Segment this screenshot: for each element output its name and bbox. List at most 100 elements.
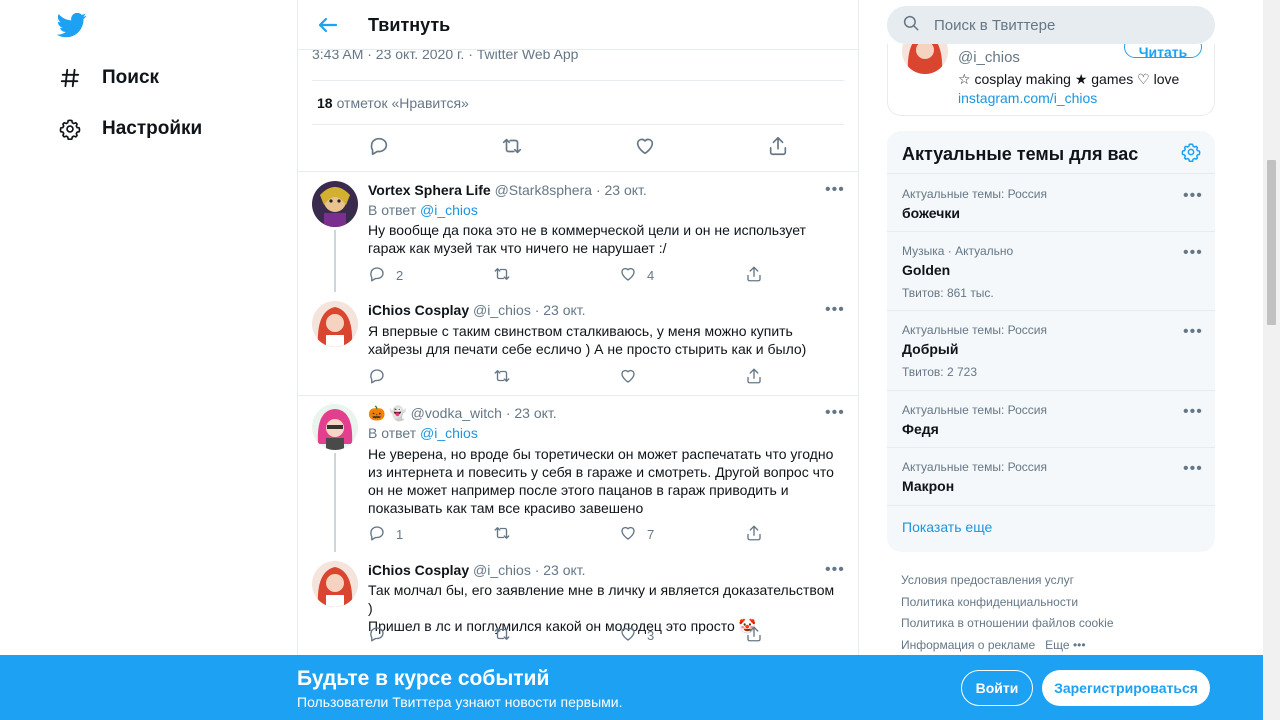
more-options-icon[interactable]: ••• [825,562,845,582]
like-button[interactable] [619,367,647,388]
trend-item[interactable]: Музыка · Актуально Golden Твитов: 861 ты… [887,231,1215,310]
share-button[interactable] [745,265,763,286]
like-button[interactable]: 4 [619,265,654,286]
page-title: Твитнуть [368,15,451,35]
avatar[interactable] [312,404,358,450]
likes-summary[interactable]: 18 отметок «Нравится» [312,80,844,125]
share-button[interactable] [745,625,763,646]
author-handle[interactable]: @i_chios [473,302,531,318]
reply-button[interactable] [368,625,396,646]
more-options-icon[interactable]: ••• [1183,461,1203,477]
author-name[interactable]: iChios Cosplay [368,562,469,578]
retweet-button[interactable] [493,625,521,646]
trend-item[interactable]: Актуальные темы: Россия Макрон ••• [887,447,1215,505]
back-arrow-icon[interactable] [316,13,340,37]
more-dots-icon[interactable]: ••• [1073,638,1086,652]
twitter-bird-icon[interactable] [56,10,87,40]
more-options-icon[interactable]: ••• [1183,188,1203,204]
avatar[interactable] [312,301,358,347]
tweet-actions: 1 7 [368,524,788,544]
footer-link-ads[interactable]: Информация о рекламе [901,638,1035,652]
retweet-button[interactable] [493,265,521,286]
reply-prefix: В ответ [368,425,417,441]
heart-icon[interactable] [634,135,656,162]
avatar[interactable] [312,561,358,607]
profile-link[interactable]: instagram.com/i_chios [958,90,1097,106]
tweet-date[interactable]: · 23 окт. [596,182,647,198]
reply-tweet[interactable]: iChios Cosplay @i_chios · 23 окт. ••• Та… [298,552,858,655]
share-button[interactable] [745,367,763,388]
retweet-button[interactable] [493,524,521,545]
tweet-text-line: Не уверена, но вроде бы торетически он м… [368,446,834,462]
like-button[interactable]: 3 [619,625,654,646]
nav-item-explore[interactable]: Поиск [58,63,159,93]
author-name[interactable]: iChios Cosplay [368,302,469,318]
likes-label: отметок «Нравится» [336,94,469,111]
footer-link-privacy[interactable]: Политика конфиденциальности [901,592,1114,614]
heart-icon [619,625,637,646]
retweet-icon [493,524,511,545]
reply-to-link[interactable]: @i_chios [420,202,478,218]
more-options-icon[interactable]: ••• [825,405,845,425]
retweet-icon[interactable] [501,135,523,162]
reply-count: 1 [396,527,404,542]
reply-tweet[interactable]: Vortex Sphera Life @Stark8sphera · 23 ок… [298,172,858,292]
tweet-date[interactable]: · 23 окт. [506,405,557,421]
profile-handle[interactable]: @i_chios [958,49,1020,66]
tweet-date[interactable]: · 23 окт. [535,562,586,578]
more-options-icon[interactable]: ••• [825,182,845,202]
tweet-text: Я впервые с таким свинством сталкиваюсь,… [368,322,838,358]
reply-to-link[interactable]: @i_chios [420,425,478,441]
reply-button[interactable]: 1 [368,524,403,545]
tweet-date[interactable]: · 23 окт. [535,302,586,318]
tweet-text-line: из интернета и повесить у себя в гараже … [368,464,834,480]
main-column: Твитнуть 3:43 AM · 23 окт. 2020 г. · Twi… [297,0,859,720]
reply-icon[interactable] [368,135,390,162]
search-icon [887,14,920,37]
search-input[interactable] [934,16,1194,34]
more-options-icon[interactable]: ••• [1183,324,1203,340]
like-button[interactable]: 7 [619,524,654,545]
nav-item-settings[interactable]: Настройки [58,114,202,144]
like-count: 3 [647,628,655,643]
nav-item-label: Настройки [102,118,203,139]
more-options-icon[interactable]: ••• [1183,404,1203,420]
trend-item[interactable]: Актуальные темы: Россия Федя ••• [887,390,1215,447]
gear-icon[interactable] [1181,142,1201,163]
profile-card[interactable]: @i_chios Читать ☆ cosplay making ★ games… [887,44,1215,116]
avatar[interactable] [312,181,358,227]
trend-item[interactable]: Актуальные темы: Россия Добрый Твитов: 2… [887,310,1215,390]
trend-title: Golden [902,262,951,278]
signup-button[interactable]: Зарегистрироваться [1042,670,1210,706]
author-handle[interactable]: @vodka_witch [411,405,502,421]
footer-link-cookies[interactable]: Политика в отношении файлов cookie [901,613,1114,635]
follow-button[interactable]: Читать [1124,44,1202,58]
show-more-link[interactable]: Показать еще [902,519,992,535]
login-button[interactable]: Войти [961,670,1033,706]
thread-line [334,230,336,292]
more-options-icon[interactable]: ••• [1183,245,1203,261]
footer-link-more[interactable]: Еще [1045,638,1069,652]
footer-link-terms[interactable]: Условия предоставления услуг [901,570,1114,592]
like-count: 4 [647,268,655,283]
search-bar[interactable] [887,6,1215,44]
scrollbar-thumb[interactable] [1267,160,1276,325]
author-name[interactable]: Vortex Sphera Life [368,182,491,198]
author-name[interactable]: 🎃 👻 [368,405,407,421]
author-handle[interactable]: @i_chios [473,562,531,578]
share-button[interactable] [745,524,763,545]
reply-tweet[interactable]: 🎃 👻 @vodka_witch · 23 окт. ••• В ответ @… [298,395,858,552]
reply-button[interactable] [368,367,396,388]
trend-count: Твитов: 861 тыс. [902,286,994,300]
author-handle[interactable]: @Stark8sphera [495,182,592,198]
share-icon[interactable] [767,135,789,162]
trend-item[interactable]: Актуальные темы: Россия божечки ••• [887,173,1215,231]
scrollbar[interactable] [1263,0,1280,720]
avatar[interactable] [902,44,948,74]
reply-button[interactable]: 2 [368,265,403,286]
reply-tweet[interactable]: iChios Cosplay @i_chios · 23 окт. ••• Я … [298,292,858,395]
trend-context: Актуальные темы: Россия [902,460,1048,474]
reply-icon [368,367,386,388]
retweet-button[interactable] [493,367,521,388]
more-options-icon[interactable]: ••• [825,302,845,322]
